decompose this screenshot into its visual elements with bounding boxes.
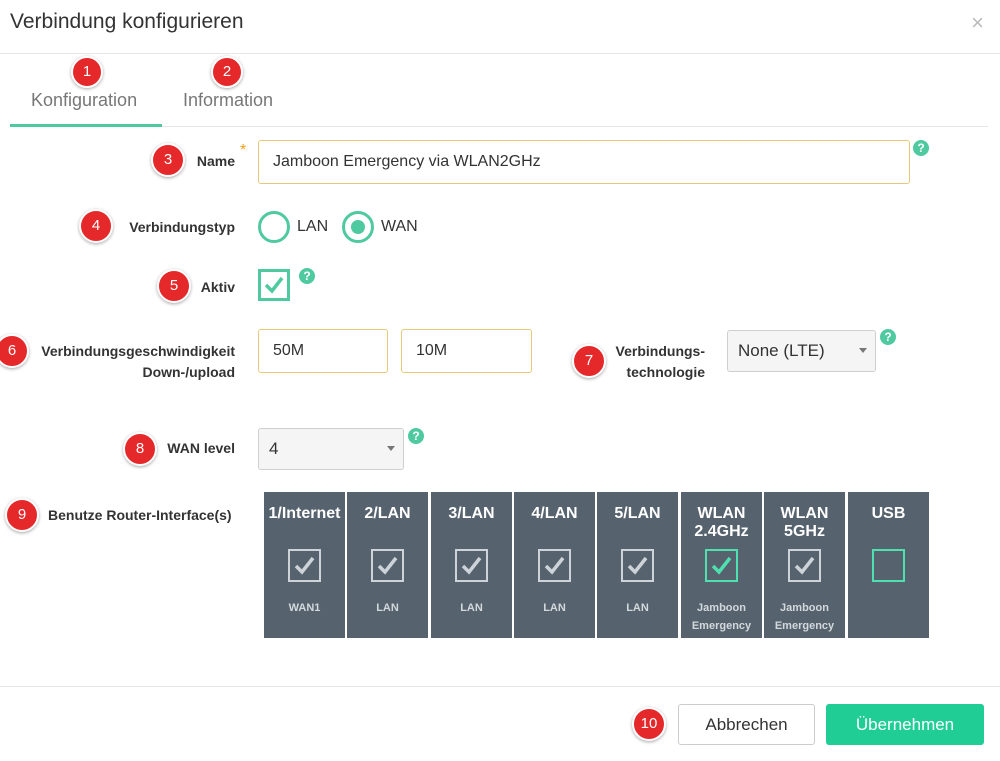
radio-lan-label: LAN — [297, 218, 329, 235]
interface-checkbox[interactable] — [371, 549, 404, 582]
interface-name: WLAN 2.4GHz — [694, 505, 749, 540]
interface-checkbox[interactable] — [538, 549, 571, 582]
help-icon[interactable]: ? — [408, 428, 424, 444]
speed-down-input[interactable] — [258, 329, 388, 373]
interface-checkbox[interactable] — [288, 549, 321, 582]
speed-label-line1: Verbindungsgeschwindigkeit — [41, 343, 235, 359]
interface-name: USB — [871, 505, 906, 522]
interface-tile-internet[interactable]: 1/Internet WAN1 — [264, 492, 345, 638]
interface-sublabel: LAN — [376, 602, 399, 614]
tab-label: Konfiguration — [31, 90, 138, 110]
help-icon[interactable]: ? — [913, 140, 929, 156]
interface-checkbox[interactable] — [788, 549, 821, 582]
required-mark: * — [240, 142, 247, 159]
annotation-badge-9: 9 — [5, 498, 39, 532]
connection-type-label: Verbindungstyp — [129, 219, 235, 235]
annotation-badge-6: 6 — [0, 334, 29, 368]
check-icon — [794, 556, 815, 575]
interface-sublabel: Jamboon Emergency — [691, 602, 752, 632]
name-label: Name — [196, 153, 235, 169]
check-icon — [377, 556, 398, 575]
annotation-badge-2: 2 — [211, 56, 243, 88]
interface-name: 3/LAN — [448, 505, 495, 522]
technology-value: None (LTE) — [738, 341, 825, 360]
radio-wan-label: WAN — [381, 218, 418, 235]
close-icon[interactable]: × — [971, 10, 984, 36]
interface-sublabel: Jamboon Emergency — [774, 602, 835, 632]
wan-level-select[interactable]: 4 — [258, 428, 404, 470]
interface-tile-lan5[interactable]: 5/LAN LAN — [597, 492, 678, 638]
technology-label-line1: Verbindungs- — [615, 343, 705, 359]
check-icon — [544, 556, 565, 575]
radio-wan[interactable] — [342, 211, 374, 243]
interfaces-label: Benutze Router-Interface(s) — [48, 507, 232, 523]
chevron-down-icon — [859, 348, 867, 353]
interface-tile-lan3[interactable]: 3/LAN LAN — [431, 492, 512, 638]
interface-tile-lan2[interactable]: 2/LAN LAN — [347, 492, 428, 638]
interface-sublabel: LAN — [460, 602, 483, 614]
wan-level-label: WAN level — [167, 440, 235, 456]
interface-name: 5/LAN — [614, 505, 661, 522]
interface-checkbox[interactable] — [705, 549, 738, 582]
help-icon[interactable]: ? — [299, 268, 315, 284]
chevron-down-icon — [387, 446, 395, 451]
check-icon — [264, 276, 284, 294]
interface-name: WLAN 5GHz — [780, 505, 829, 540]
speed-up-input[interactable] — [401, 329, 532, 373]
tab-bar: Konfiguration Information — [10, 55, 988, 127]
technology-label-line2: technologie — [626, 364, 705, 380]
interface-checkbox[interactable] — [621, 549, 654, 582]
interface-checkbox[interactable] — [455, 549, 488, 582]
interface-tile-wlan24[interactable]: WLAN 2.4GHz Jamboon Emergency — [681, 492, 762, 638]
wan-level-value: 4 — [269, 439, 279, 458]
check-icon — [711, 556, 732, 575]
interface-name: 1/Internet — [268, 505, 341, 522]
active-checkbox[interactable] — [258, 269, 290, 301]
dialog-header: Verbindung konfigurieren × — [0, 0, 1000, 54]
radio-selected-dot — [351, 220, 365, 234]
apply-button[interactable]: Übernehmen — [826, 704, 984, 745]
check-icon — [627, 556, 648, 575]
check-icon — [461, 556, 482, 575]
interface-tile-lan4[interactable]: 4/LAN LAN — [514, 492, 595, 638]
interface-name: 2/LAN — [364, 505, 411, 522]
name-input[interactable] — [258, 140, 910, 184]
interface-sublabel: LAN — [543, 602, 566, 614]
interface-sublabel: WAN1 — [288, 602, 321, 614]
radio-lan[interactable] — [258, 211, 290, 243]
tab-label: Information — [183, 90, 274, 110]
interface-tile-usb[interactable]: USB — [848, 492, 929, 638]
dialog-title: Verbindung konfigurieren — [10, 10, 244, 33]
interface-name: 4/LAN — [531, 505, 578, 522]
active-label: Aktiv — [200, 279, 235, 295]
interface-sublabel: LAN — [626, 602, 649, 614]
check-icon — [294, 556, 315, 575]
interface-checkbox[interactable] — [872, 549, 905, 582]
annotation-badge-1: 1 — [71, 56, 103, 88]
speed-label-line2: Down-/upload — [142, 364, 235, 380]
cancel-button[interactable]: Abbrechen — [678, 704, 815, 745]
interface-tile-wlan5[interactable]: WLAN 5GHz Jamboon Emergency — [764, 492, 845, 638]
help-icon[interactable]: ? — [880, 329, 896, 345]
technology-select[interactable]: None (LTE) — [727, 330, 876, 372]
